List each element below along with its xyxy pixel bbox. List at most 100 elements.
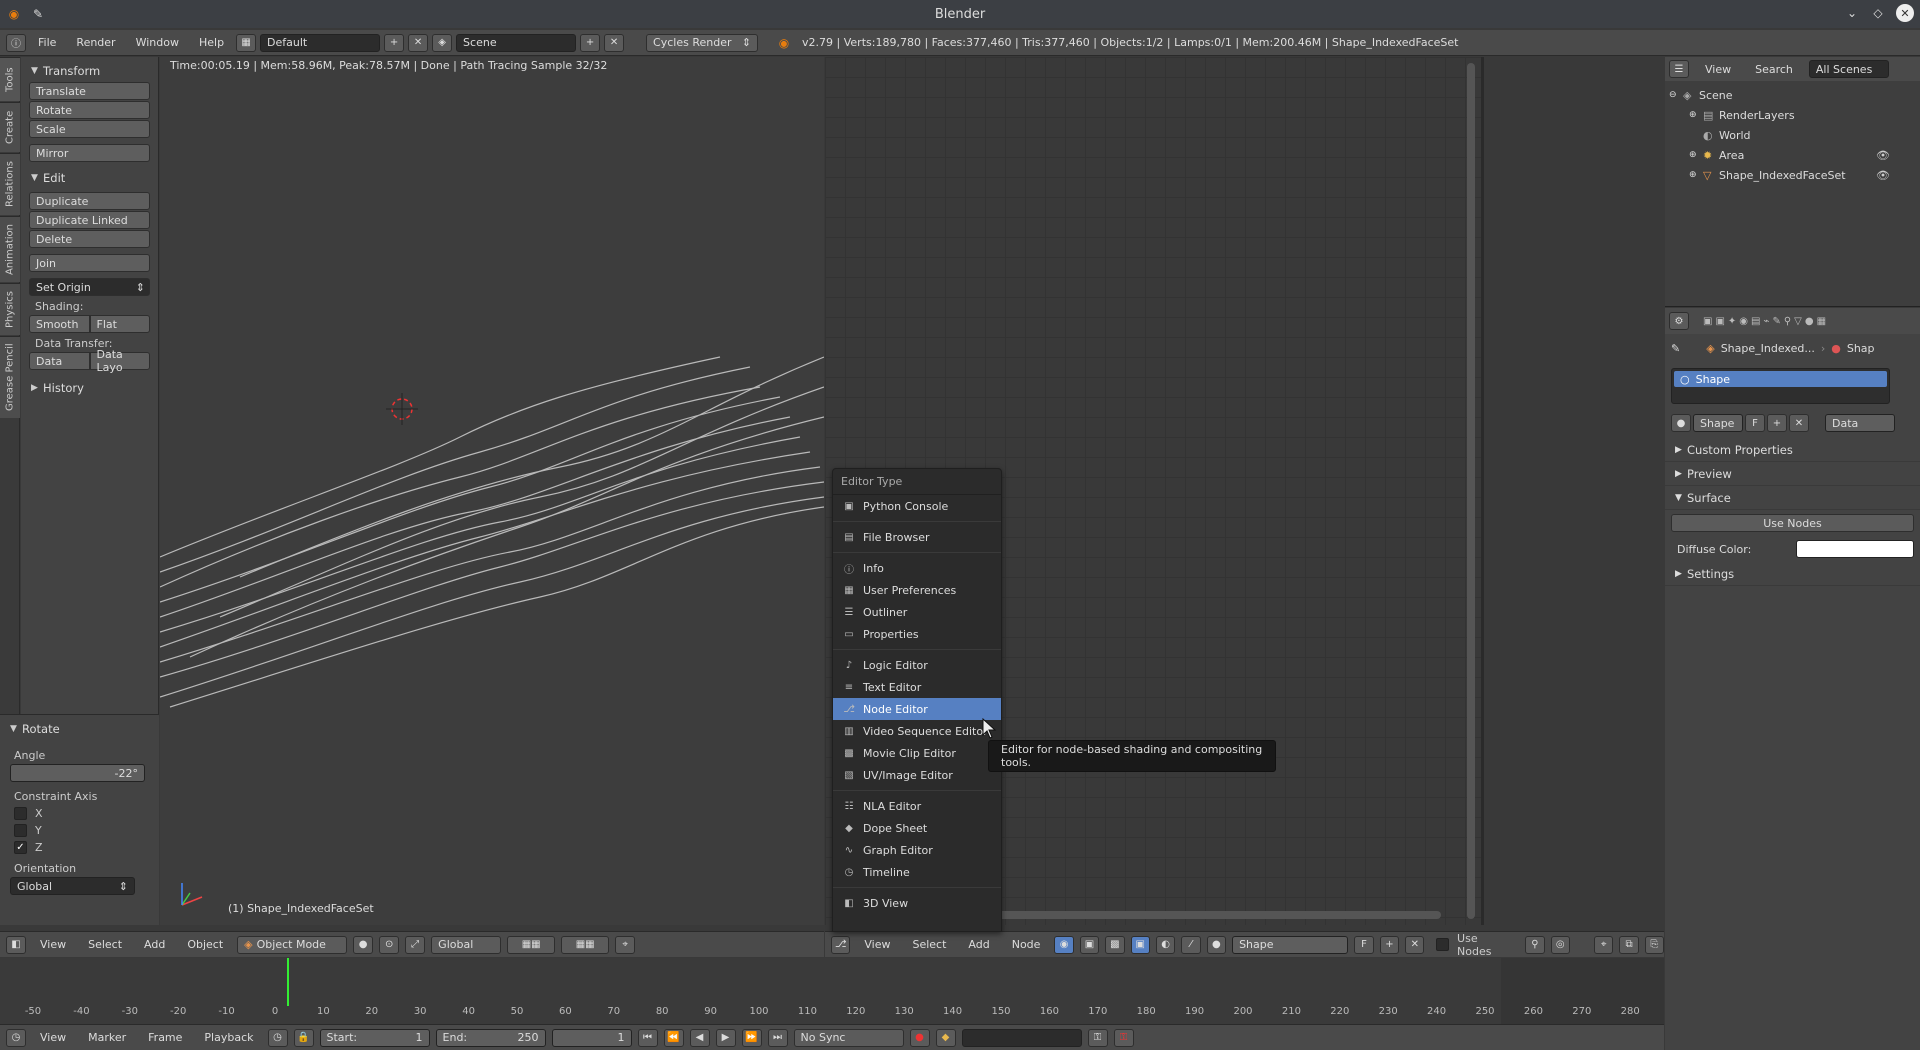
layers-icon[interactable]: ▦▦ <box>507 935 556 954</box>
node-new-material-icon[interactable]: + <box>1379 935 1400 954</box>
use-nodes-box[interactable] <box>1436 938 1450 951</box>
node-editor-type-icon[interactable]: ⎇ <box>831 935 851 954</box>
rotate-button[interactable]: Rotate <box>29 101 150 119</box>
node-node-menu[interactable]: Node <box>1004 938 1049 951</box>
menu-item-user-preferences[interactable]: ▦ User Preferences <box>833 579 1001 601</box>
data-button[interactable]: Data <box>29 352 90 370</box>
menu-item-graph-editor[interactable]: ∿ Graph Editor <box>833 839 1001 861</box>
scale-button[interactable]: Scale <box>29 120 150 138</box>
compositing-nodes-icon[interactable]: ▣ <box>1079 935 1100 954</box>
timeline-playback-menu[interactable]: Playback <box>196 1031 261 1044</box>
manipulator-icon[interactable]: ⤢ <box>405 935 426 954</box>
edit-panel-header[interactable]: ▼ Edit <box>21 168 158 188</box>
maximize-icon[interactable]: ◇ <box>1870 5 1886 21</box>
node-material-field[interactable]: Shape <box>1232 935 1349 954</box>
tab-grease-pencil[interactable]: Grease Pencil <box>0 336 20 418</box>
view3d-editor-icon[interactable]: ◧ <box>6 935 26 954</box>
flat-button[interactable]: Flat <box>89 315 150 333</box>
timeline[interactable]: -50 -40 -30 -20 -10 0 10 20 30 40 50 60 70 80 90 100 110… <box>0 958 1664 1024</box>
menu-help[interactable]: Help <box>191 36 232 49</box>
prev-keyframe-icon[interactable]: ⏪ <box>663 1028 684 1047</box>
outliner-row-shape[interactable]: ⊕ ▽ Shape_IndexedFaceSet 👁 <box>1669 165 1920 185</box>
duplicate-button[interactable]: Duplicate <box>29 192 150 210</box>
outliner-editor-icon[interactable]: ☰ <box>1669 60 1689 78</box>
current-frame-field[interactable]: 1 <box>551 1028 632 1047</box>
lock-icon[interactable]: 🔒 <box>293 1028 314 1047</box>
scene-icon[interactable]: ◈ <box>432 33 453 52</box>
use-nodes-checkbox[interactable]: Use Nodes <box>1436 932 1513 958</box>
menu-item-nla-editor[interactable]: ☷ NLA Editor <box>833 795 1001 817</box>
active-keying-set-field[interactable] <box>961 1028 1082 1047</box>
checkbox-x[interactable] <box>14 807 27 820</box>
menu-item-movie-clip-editor[interactable]: ▩ Movie Clip Editor <box>833 742 1001 764</box>
transform-orientation-select[interactable]: Global <box>431 935 502 954</box>
expand-icon[interactable]: ⊕ <box>1689 110 1703 120</box>
3d-cursor-icon[interactable] <box>386 393 418 425</box>
use-nodes-button[interactable]: Use Nodes <box>1671 514 1914 532</box>
custom-properties-section[interactable]: ▶ Custom Properties <box>1665 438 1920 462</box>
current-frame-marker[interactable] <box>287 958 289 1006</box>
axis-z-checkbox[interactable]: ✓ Z <box>14 841 145 854</box>
end-frame-field[interactable]: End: 250 <box>435 1028 546 1047</box>
node-fake-user-button[interactable]: F <box>1354 935 1374 954</box>
axis-x-checkbox[interactable]: X <box>14 807 145 820</box>
delete-button[interactable]: Delete <box>29 230 150 248</box>
transform-panel-header[interactable]: ▼ Transform <box>21 61 158 81</box>
tab-animation[interactable]: Animation <box>0 216 20 282</box>
outliner-row-scene[interactable]: ⊖ ◈ Scene <box>1669 85 1920 105</box>
menu-item-python-console[interactable]: ▣ Python Console <box>833 495 1001 517</box>
outliner-view-menu[interactable]: View <box>1697 63 1739 76</box>
orientation-select[interactable]: Global ⇕ <box>10 877 135 895</box>
keying-set-icon[interactable]: ◆ <box>935 1028 956 1047</box>
menu-item-outliner[interactable]: ☰ Outliner <box>833 601 1001 623</box>
area-divider[interactable] <box>1481 57 1484 925</box>
translate-button[interactable]: Translate <box>29 82 150 100</box>
linestyle-shader-icon[interactable]: ⁄ <box>1181 935 1201 954</box>
menu-item-dope-sheet[interactable]: ◆ Dope Sheet <box>833 817 1001 839</box>
delete-keyframe-icon[interactable]: ⚿ <box>1113 1028 1134 1047</box>
menu-item-text-editor[interactable]: ≡ Text Editor <box>833 676 1001 698</box>
collapse-icon[interactable]: ⊖ <box>1669 90 1683 100</box>
menu-item-3d-view[interactable]: ◧ 3D View <box>833 892 1001 914</box>
fake-user-button[interactable]: F <box>1745 414 1765 432</box>
viewport-view-menu[interactable]: View <box>32 938 74 951</box>
minimize-icon[interactable]: ⌄ <box>1844 5 1860 21</box>
record-icon[interactable]: ● <box>909 1028 930 1047</box>
tab-relations[interactable]: Relations <box>0 153 20 215</box>
menu-item-uv-image-editor[interactable]: ▧ UV/Image Editor <box>833 764 1001 786</box>
preview-range-icon[interactable]: ◷ <box>267 1028 288 1047</box>
copy-icon[interactable]: ⧉ <box>1619 935 1639 954</box>
snap-node-icon[interactable]: ⌖ <box>1593 935 1614 954</box>
menu-item-info[interactable]: ⓘ Info <box>833 557 1001 579</box>
menu-item-logic-editor[interactable]: ♪ Logic Editor <box>833 654 1001 676</box>
sync-select[interactable]: No Sync <box>793 1028 904 1047</box>
node-add-menu[interactable]: Add <box>960 938 997 951</box>
timeline-frame-menu[interactable]: Frame <box>140 1031 190 1044</box>
visibility-eye-icon[interactable]: 👁 <box>1876 169 1890 182</box>
play-reverse-icon[interactable]: ◀ <box>689 1028 710 1047</box>
set-origin-select[interactable]: Set Origin ⇕ <box>29 278 150 296</box>
vertical-scrollbar[interactable] <box>1467 63 1475 919</box>
join-button[interactable]: Join <box>29 254 150 272</box>
surface-section[interactable]: ▼ Surface <box>1665 486 1920 510</box>
world-shader-icon[interactable]: ◐ <box>1155 935 1176 954</box>
jump-start-icon[interactable]: ⏮ <box>637 1028 658 1047</box>
data-layout-button[interactable]: Data Layo <box>89 348 150 374</box>
object-shader-icon[interactable]: ▣ <box>1130 935 1150 954</box>
texture-nodes-icon[interactable]: ▩ <box>1105 935 1125 954</box>
add-layout-icon[interactable]: + <box>384 33 405 52</box>
expand-icon[interactable]: ⊕ <box>1689 170 1703 180</box>
node-view-menu[interactable]: View <box>856 938 898 951</box>
menu-file[interactable]: File <box>30 36 64 49</box>
outliner-row-renderlayers[interactable]: ⊕ ▤ RenderLayers <box>1669 105 1920 125</box>
outliner-search-menu[interactable]: Search <box>1747 63 1801 76</box>
material-slot[interactable]: ○ Shape <box>1674 371 1887 387</box>
paste-icon[interactable]: ⎘ <box>1644 935 1665 954</box>
3d-viewport[interactable]: Time:00:05.19 | Mem:58.96M, Peak:78.57M … <box>160 57 824 925</box>
pin-icon[interactable]: ✎ <box>30 6 46 22</box>
add-scene-icon[interactable]: + <box>580 33 601 52</box>
menu-window[interactable]: Window <box>128 36 187 49</box>
expand-icon[interactable]: ⊕ <box>1689 150 1703 160</box>
info-editor-icon[interactable]: ⓘ <box>6 33 26 52</box>
viewport-add-menu[interactable]: Add <box>136 938 173 951</box>
